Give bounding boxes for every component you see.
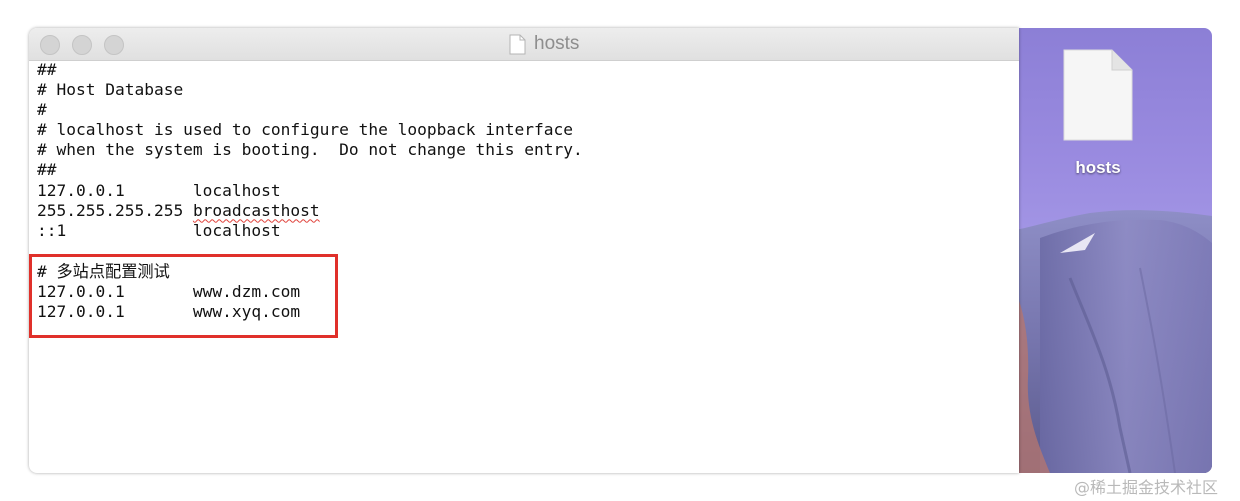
line-prefix: 255.255.255.255 xyxy=(37,200,193,220)
text-line: # Host Database xyxy=(37,80,184,100)
text-line: 127.0.0.1 localhost xyxy=(37,180,281,200)
text-line: ## xyxy=(37,160,57,180)
text-line: ::1 localhost xyxy=(37,220,281,240)
text-line: 255.255.255.255 broadcasthost xyxy=(37,201,583,221)
text-line: # localhost is used to configure the loo… xyxy=(37,120,574,140)
zoom-button[interactable] xyxy=(104,35,124,55)
minimize-button[interactable] xyxy=(72,35,92,55)
title-bar[interactable]: hosts xyxy=(29,28,1019,61)
window-title-text: hosts xyxy=(534,33,580,54)
document-icon xyxy=(509,34,526,54)
text-line: # xyxy=(37,100,47,120)
text-line: ## xyxy=(37,60,57,79)
watermark: @稀土掘金技术社区 xyxy=(1074,478,1219,497)
desktop-file-label[interactable]: hosts xyxy=(1056,158,1140,178)
text-editor-window: hosts ## # Host Database # # localhost i… xyxy=(29,28,1019,473)
document-icon xyxy=(1063,49,1133,141)
close-button[interactable] xyxy=(40,35,60,55)
annotation-highlight-box xyxy=(29,254,338,338)
misspelled-word: broadcasthost xyxy=(192,200,320,220)
desktop-file-icon[interactable] xyxy=(1062,48,1134,142)
window-title: hosts xyxy=(509,33,579,55)
text-line: # when the system is booting. Do not cha… xyxy=(37,140,583,160)
